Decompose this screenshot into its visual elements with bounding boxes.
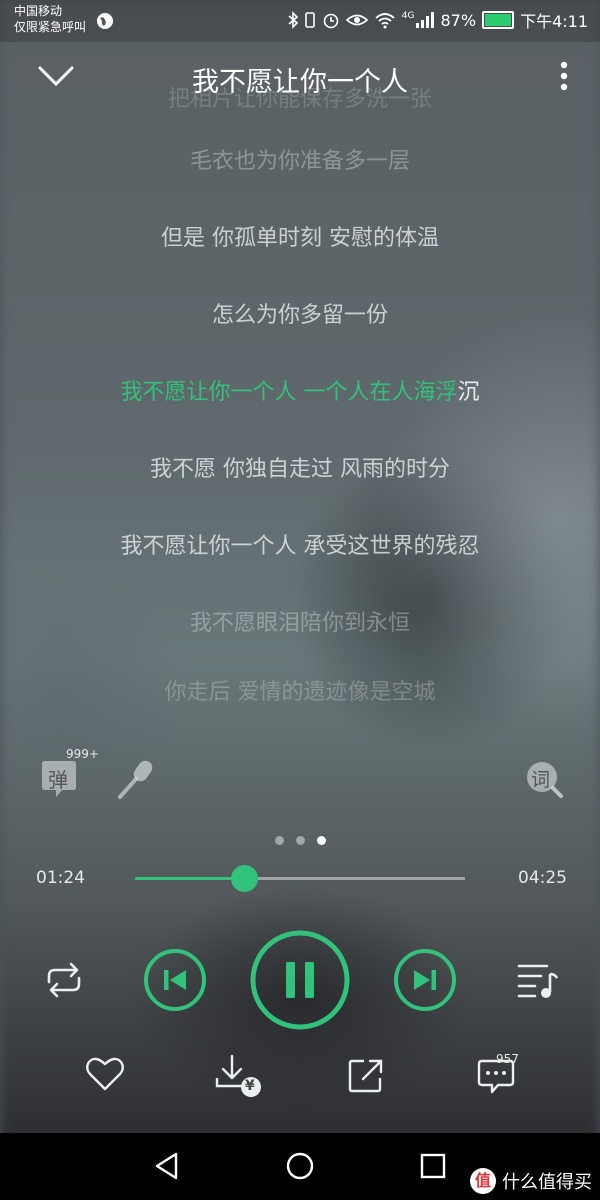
skip-next-icon[interactable] [393,948,457,1012]
danmaku-button[interactable]: 弹 999+ [40,747,99,797]
bluetooth-icon [288,11,298,29]
watermark-text: 什么值得买 [502,1172,592,1193]
clock: 下午4:11 [520,12,588,31]
lyric-line: 我不愿眼泪陪你到永恒 [189,611,410,636]
vibrate-icon [304,12,315,28]
nav-back-icon[interactable] [152,1151,182,1181]
microphone-icon[interactable] [114,757,158,801]
lyrics-search-button[interactable]: 词 [524,759,564,799]
comment-count-badge: 957 [496,1052,519,1066]
repeat-icon[interactable] [41,960,87,1000]
danmaku-count-badge: 999+ [66,747,99,761]
nav-recents-icon[interactable] [418,1151,448,1181]
lyric-line-current: 我不愿让你一个人 一个人在人海浮沉 [0,354,600,431]
skip-previous-icon[interactable] [143,948,207,1012]
watermark: 值 什么值得买 [470,1168,592,1194]
lyric-unsung-part: 沉 [457,380,480,405]
lyric-line: 我不愿 你独自走过 风雨的时分 [150,457,450,482]
heart-icon[interactable] [85,1056,125,1092]
lyrics-panel[interactable]: 把相片让你能保存多洗一张 毛衣也为你准备多一层 但是 你孤单时刻 安慰的体温 怎… [0,87,600,722]
song-actions: ¥ 957 [0,1050,600,1110]
lyrics-search-label: 词 [531,769,551,791]
page-dot[interactable] [295,836,305,845]
page-dot[interactable] [274,836,284,845]
lyric-line: 我不愿让你一个人 承受这世界的残忍 [120,534,480,559]
download-price-badge: ¥ [245,1078,255,1094]
eye-comfort-icon [345,14,368,26]
tools-row: 弹 999+ 词 [0,747,600,805]
emergency-only-label: 仅限紧急呼叫 [14,20,87,34]
nav-home-icon[interactable] [285,1151,315,1181]
battery-icon [482,11,515,29]
playback-controls [0,930,600,1030]
lyric-line: 怎么为你多留一份 [211,303,388,328]
total-time: 04:25 [518,868,567,888]
share-icon[interactable] [346,1056,386,1096]
alarm-icon [323,13,339,29]
network-type-label: 4G [401,11,415,21]
comments-button[interactable]: 957 [476,1052,536,1098]
lyric-line: 但是 你孤单时刻 安慰的体温 [161,226,439,251]
page-dot-active[interactable] [316,836,326,845]
carrier-name: 中国移动 [14,4,63,18]
system-navigation-bar: 值 什么值得买 [0,1133,600,1200]
watermark-logo: 值 [470,1168,496,1194]
carrier-info: 中国移动 仅限紧急呼叫 [14,3,113,35]
playlist-icon[interactable] [517,962,559,1002]
lyric-line: 毛衣也为你准备多一层 [189,149,410,174]
lyric-line: 把相片让你能保存多洗一张 [167,87,432,112]
lyric-line: 你走后 爱情的遗迹像是空城 [164,680,436,705]
danmaku-label: 弹 [48,768,68,792]
seek-bar-handle[interactable] [230,865,258,892]
signal-icon [415,12,434,28]
lyric-sung-part: 我不愿让你一个人 一个人在人海浮 [120,380,458,405]
vpn-globe-icon [97,13,113,29]
pause-icon[interactable] [250,930,350,1030]
battery-percent: 87% [440,10,477,30]
status-icons: 4G 87% 下午4:11 [288,8,588,32]
wifi-icon [375,13,395,29]
status-bar: 中国移动 仅限紧急呼叫 4G 87% 下午4:11 [0,0,600,42]
seek-bar-played [135,877,244,880]
download-button[interactable]: ¥ [214,1054,262,1100]
elapsed-time: 01:24 [36,868,85,888]
page-indicator [0,830,600,849]
seek-bar[interactable] [135,865,465,892]
